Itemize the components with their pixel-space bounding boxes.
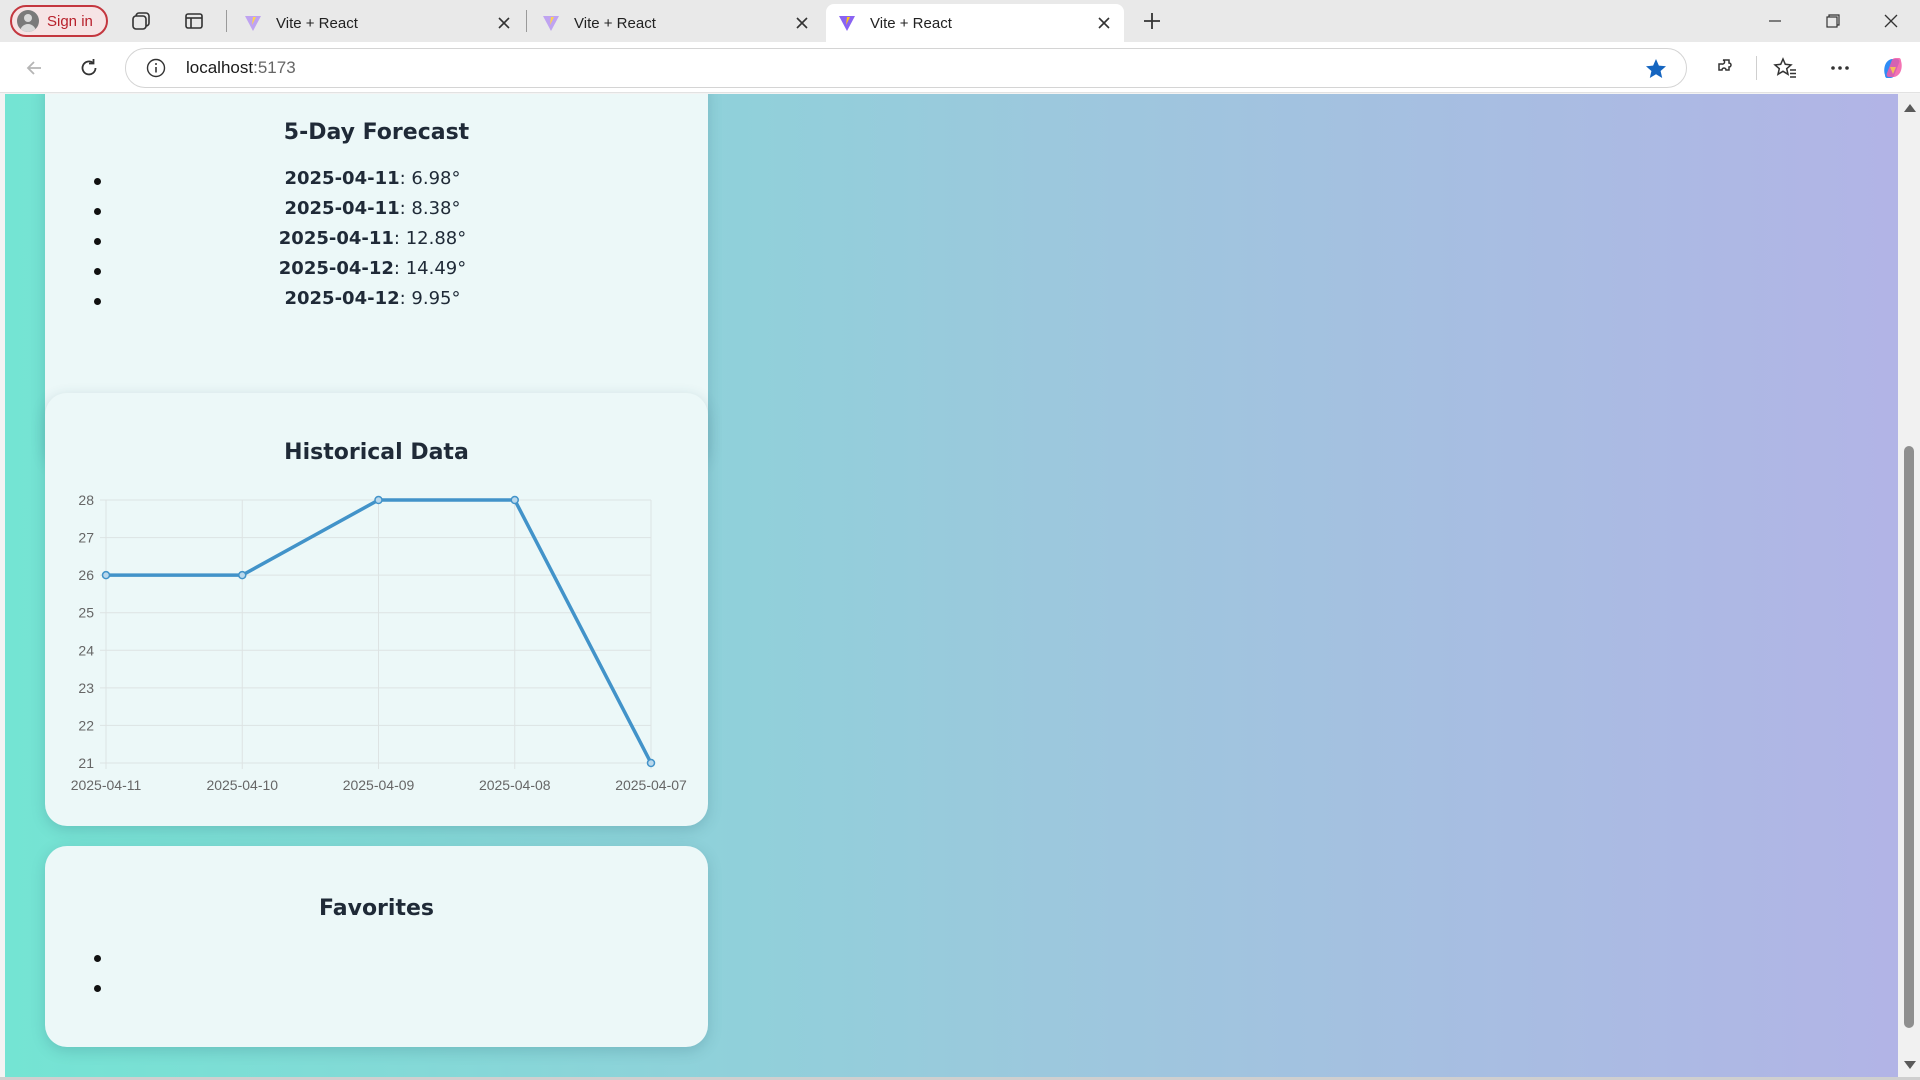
scroll-up-arrow-icon[interactable] <box>1904 104 1916 112</box>
toolbar-separator <box>1756 56 1757 80</box>
y-tick-label: 25 <box>78 605 94 621</box>
site-info-icon[interactable] <box>146 58 166 78</box>
extensions-icon[interactable] <box>1710 52 1742 84</box>
tab-vite-react-1[interactable]: Vite + React <box>232 4 524 42</box>
forecast-temp: : 9.95° <box>399 288 461 309</box>
favorites-card: Favorites <box>45 846 708 1047</box>
close-tab-icon[interactable] <box>1094 13 1114 33</box>
address-bar[interactable]: localhost:5173 <box>125 48 1687 88</box>
forecast-title: 5-Day Forecast <box>283 120 470 145</box>
browser-toolbar: localhost:5173 <box>0 42 1920 93</box>
data-point <box>646 758 656 768</box>
tab-strip: Sign in Vite + React Vite + React Vite +… <box>0 0 1920 42</box>
tab-title: Vite + React <box>276 14 358 32</box>
vite-logo-icon <box>245 16 261 31</box>
sign-in-label: Sign in <box>47 12 93 30</box>
workspaces-icon[interactable] <box>127 8 155 34</box>
forecast-item: 2025-04-11: 6.98° <box>45 168 708 198</box>
tab-separator <box>226 10 227 32</box>
forecast-list: 2025-04-11: 6.98° 2025-04-11: 8.38° 2025… <box>45 168 708 318</box>
historical-data-card: Historical Data 21 22 23 24 25 26 27 28 2025-04-… <box>45 393 708 826</box>
forecast-date: 2025-04-12 <box>278 258 394 279</box>
favorite-star-icon[interactable] <box>1644 57 1668 81</box>
tab-title: Vite + React <box>870 14 952 32</box>
tab-actions-icon[interactable] <box>180 8 208 34</box>
close-tab-icon[interactable] <box>494 13 514 33</box>
data-point <box>238 570 247 580</box>
data-point <box>101 570 111 580</box>
forecast-item: 2025-04-12: 9.95° <box>45 288 708 318</box>
close-tab-icon[interactable] <box>792 13 812 33</box>
close-window-button[interactable] <box>1862 0 1920 42</box>
forecast-temp: : 6.98° <box>399 168 461 189</box>
url-port: :5173 <box>253 58 296 77</box>
forecast-temp: : 12.88° <box>393 228 467 249</box>
tab-vite-react-active[interactable]: Vite + React <box>826 4 1124 42</box>
tab-vite-react-2[interactable]: Vite + React <box>530 4 822 42</box>
sign-in-button[interactable]: Sign in <box>10 5 108 37</box>
y-tick-label: 26 <box>78 567 94 583</box>
forecast-item: 2025-04-12: 14.49° <box>45 258 708 288</box>
new-tab-button[interactable] <box>1138 8 1166 34</box>
url-host: localhost <box>186 58 254 77</box>
forecast-temp: : 8.38° <box>399 198 461 219</box>
y-tick-label: 27 <box>78 530 94 546</box>
copilot-icon[interactable] <box>1877 52 1909 84</box>
back-button[interactable] <box>18 52 50 84</box>
y-tick-label: 23 <box>78 680 94 696</box>
refresh-button[interactable] <box>73 52 105 84</box>
forecast-date: 2025-04-11 <box>278 228 394 249</box>
data-point <box>374 495 383 505</box>
page-viewport: 5-Day Forecast 2025-04-11: 6.98° 2025-04… <box>5 94 1898 1077</box>
y-tick-label: 28 <box>78 492 94 508</box>
profile-avatar-icon <box>17 10 39 32</box>
favorites-icon[interactable] <box>1769 52 1801 84</box>
forecast-date: 2025-04-11 <box>284 198 400 219</box>
vite-logo-icon <box>839 16 855 31</box>
y-tick-label: 22 <box>78 717 94 733</box>
restore-button[interactable] <box>1804 0 1862 42</box>
x-tick-label: 2025-04-10 <box>206 777 278 793</box>
forecast-item: 2025-04-11: 12.88° <box>45 228 708 258</box>
forecast-item: 2025-04-11: 8.38° <box>45 198 708 228</box>
historical-line-chart: 21 22 23 24 25 26 27 28 2025-04-11 2025-04-10 2025… <box>71 492 687 793</box>
scroll-thumb[interactable] <box>1904 446 1914 1028</box>
favorite-item[interactable] <box>45 945 708 975</box>
x-tick-label: 2025-04-08 <box>479 777 551 793</box>
minimize-button[interactable] <box>1746 0 1804 42</box>
forecast-date: 2025-04-11 <box>284 168 400 189</box>
y-tick-label: 24 <box>78 642 94 658</box>
vertical-scrollbar[interactable] <box>1898 94 1920 1077</box>
historical-data-title: Historical Data <box>284 440 469 465</box>
favorites-list <box>45 945 708 1005</box>
y-tick-label: 21 <box>78 755 94 771</box>
x-tick-label: 2025-04-09 <box>343 777 415 793</box>
tab-separator <box>526 10 527 32</box>
vite-logo-icon <box>543 16 559 31</box>
x-tick-label: 2025-04-07 <box>615 777 687 793</box>
x-tick-label: 2025-04-11 <box>71 777 142 793</box>
url-text: localhost:5173 <box>186 58 296 78</box>
favorites-title: Favorites <box>319 896 434 921</box>
more-options-icon[interactable] <box>1824 52 1856 84</box>
favorite-item[interactable] <box>45 975 708 1005</box>
forecast-temp: : 14.49° <box>393 258 467 279</box>
scroll-down-arrow-icon[interactable] <box>1904 1061 1916 1069</box>
forecast-date: 2025-04-12 <box>284 288 400 309</box>
data-point <box>510 495 519 505</box>
tab-title: Vite + React <box>574 14 656 32</box>
